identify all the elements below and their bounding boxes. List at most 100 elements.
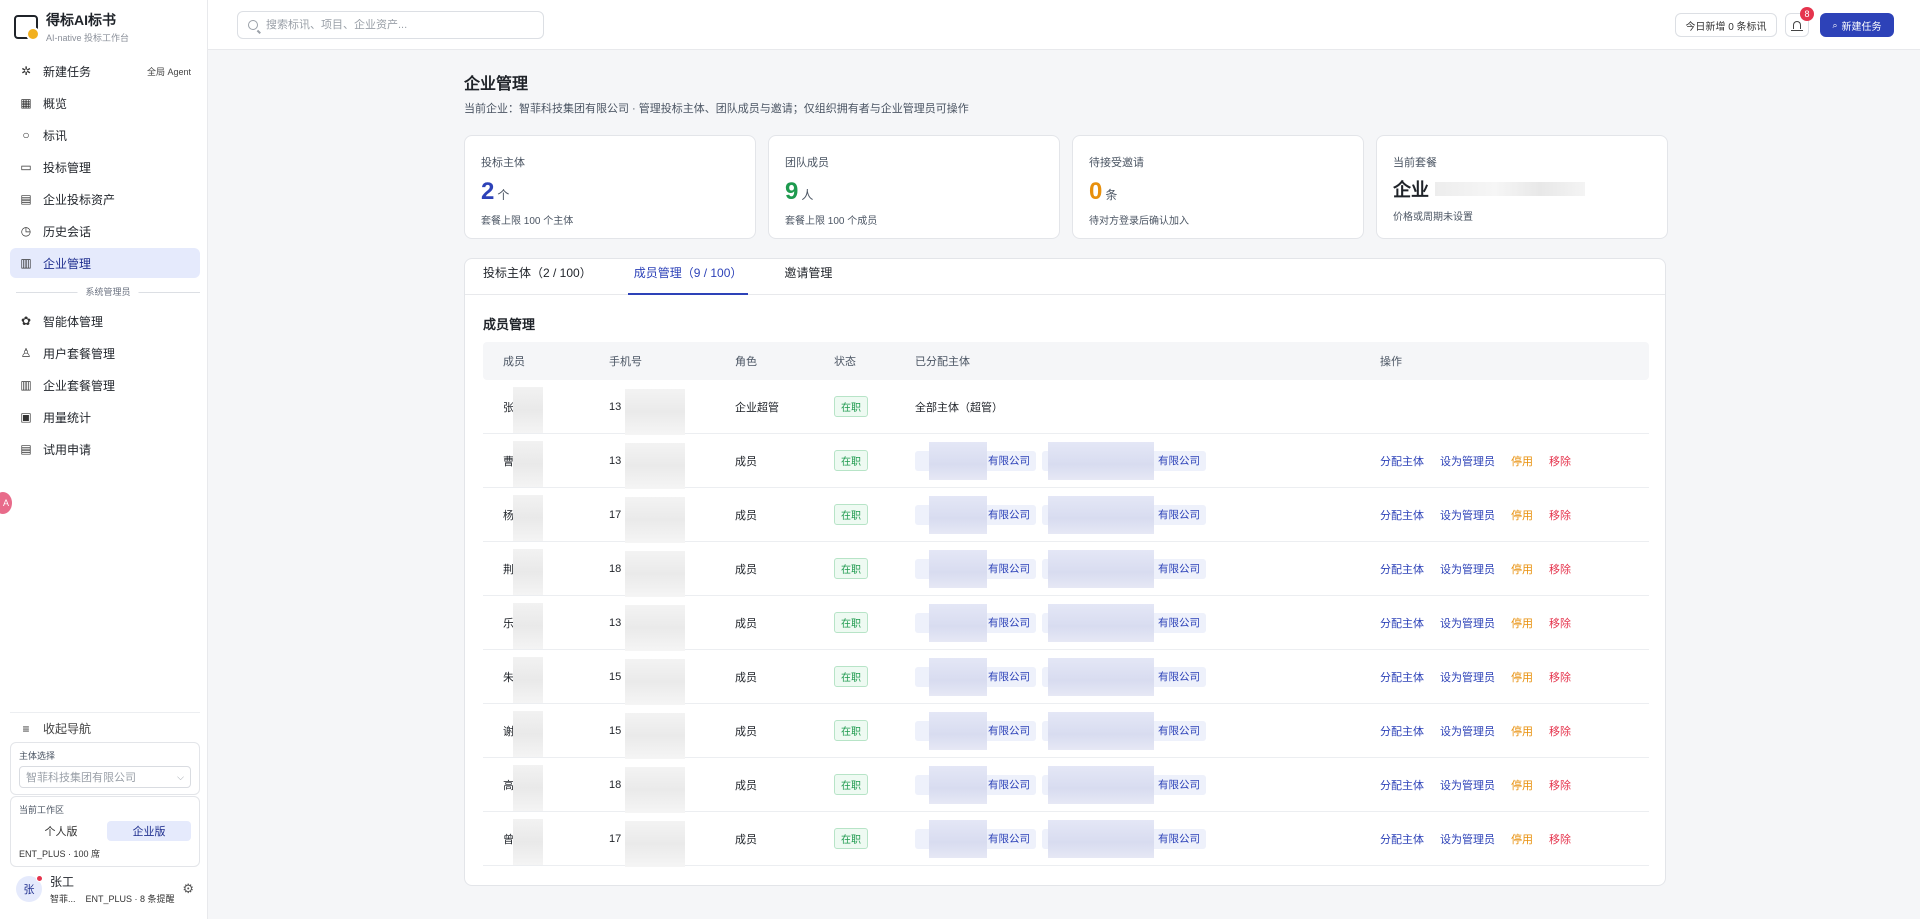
- remove-button[interactable]: 移除: [1549, 669, 1571, 685]
- brand[interactable]: 得标AI标书 AI-native 投标工作台: [14, 10, 129, 44]
- tab-1[interactable]: 成员管理（9 / 100）: [627, 258, 749, 295]
- brand-name: 得标AI标书: [46, 12, 116, 28]
- disable-button[interactable]: 停用: [1511, 561, 1533, 577]
- remove-button[interactable]: 移除: [1549, 723, 1571, 739]
- redacted-mask: [513, 440, 543, 487]
- status-badge: 在职: [834, 450, 868, 471]
- assigned-subject-tag[interactable]: 有限公司: [915, 711, 1036, 750]
- subject-panel: 主体选择 智菲科技集团有限公司 ⌵: [10, 742, 200, 795]
- assigned-subject-tag[interactable]: 有限公司: [915, 657, 1036, 696]
- member-phone: 17: [609, 508, 622, 521]
- workspace-option-enterprise[interactable]: 企业版: [107, 821, 191, 841]
- admin-nav-item-0[interactable]: ✿ 智能体管理: [10, 306, 200, 336]
- set-admin-button[interactable]: 设为管理员: [1440, 561, 1495, 577]
- assign-subject-button[interactable]: 分配主体: [1380, 615, 1424, 631]
- status-badge: 在职: [834, 396, 868, 417]
- status-cell: 在职: [834, 396, 915, 417]
- brand-logo-icon: [14, 15, 40, 41]
- nav-item-1[interactable]: ▦ 概览: [10, 88, 200, 118]
- set-admin-button[interactable]: 设为管理员: [1440, 507, 1495, 523]
- remove-button[interactable]: 移除: [1549, 777, 1571, 793]
- nav-item-badge: 全局 Agent: [146, 66, 191, 77]
- redacted-mask: [625, 496, 685, 543]
- workspace-option-personal[interactable]: 个人版: [19, 821, 103, 841]
- assigned-subject-tag[interactable]: 有限公司: [1042, 549, 1206, 588]
- settings-gear-icon[interactable]: ⚙: [182, 881, 194, 897]
- disable-button[interactable]: 停用: [1511, 777, 1533, 793]
- disable-button[interactable]: 停用: [1511, 615, 1533, 631]
- assign-subject-button[interactable]: 分配主体: [1380, 507, 1424, 523]
- set-admin-button[interactable]: 设为管理员: [1440, 669, 1495, 685]
- set-admin-button[interactable]: 设为管理员: [1440, 831, 1495, 847]
- assigned-subject-tag[interactable]: 有限公司: [1042, 711, 1206, 750]
- member-cell: 曹: [483, 440, 609, 487]
- admin-nav-item-1[interactable]: ♙ 用户套餐管理: [10, 338, 200, 368]
- admin-nav-item-3[interactable]: ▣ 用量统计: [10, 402, 200, 432]
- assigned-subject-tag[interactable]: 有限公司: [915, 441, 1036, 480]
- assign-subject-button[interactable]: 分配主体: [1380, 561, 1424, 577]
- admin-nav-item-2[interactable]: ▥ 企业套餐管理: [10, 370, 200, 400]
- search-icon: [248, 20, 258, 30]
- disable-button[interactable]: 停用: [1511, 831, 1533, 847]
- nav-item-3[interactable]: ▭ 投标管理: [10, 152, 200, 182]
- remove-button[interactable]: 移除: [1549, 561, 1571, 577]
- assign-subject-button[interactable]: 分配主体: [1380, 831, 1424, 847]
- tab-0[interactable]: 投标主体（2 / 100）: [483, 258, 592, 294]
- plan-name: 企业: [1393, 180, 1429, 200]
- admin-nav-item-4[interactable]: ▤ 试用申请: [10, 434, 200, 464]
- remove-button[interactable]: 移除: [1549, 615, 1571, 631]
- assigned-subject-tag[interactable]: 有限公司: [1042, 441, 1206, 480]
- column-header-status: 状态: [834, 356, 856, 368]
- assigned-subject-tag[interactable]: 有限公司: [1042, 657, 1206, 696]
- assigned-subject-tag[interactable]: 有限公司: [1042, 819, 1206, 858]
- collapse-nav-label: 收起导航: [43, 722, 92, 736]
- assigned-subject-tag[interactable]: 有限公司: [915, 495, 1036, 534]
- nav-item-6[interactable]: ▥ 企业管理: [10, 248, 200, 278]
- assigned-subject-tag[interactable]: 有限公司: [915, 549, 1036, 588]
- member-role: 成员: [735, 455, 757, 468]
- assigned-cell: 有限公司 有限公司: [915, 765, 1380, 804]
- disable-button[interactable]: 停用: [1511, 669, 1533, 685]
- assign-subject-button[interactable]: 分配主体: [1380, 723, 1424, 739]
- nav-item-5[interactable]: ◷ 历史会话: [10, 216, 200, 246]
- nav-item-2[interactable]: ○ 标讯: [10, 120, 200, 150]
- subject-select[interactable]: 智菲科技集团有限公司 ⌵: [19, 766, 191, 788]
- tab-2[interactable]: 邀请管理: [784, 258, 832, 294]
- disable-button[interactable]: 停用: [1511, 453, 1533, 469]
- search-input[interactable]: [266, 19, 526, 31]
- assigned-subject-tag[interactable]: 有限公司: [915, 765, 1036, 804]
- table-row: 杨 17 成员 在职 有限公司 有限公司 分配主体 设为管理员 停用 移除: [483, 488, 1649, 543]
- nav-item-4[interactable]: ▤ 企业投标资产: [10, 184, 200, 214]
- assign-subject-button[interactable]: 分配主体: [1380, 777, 1424, 793]
- member-role: 成员: [735, 725, 757, 738]
- set-admin-button[interactable]: 设为管理员: [1440, 723, 1495, 739]
- notifications-button[interactable]: 8: [1785, 7, 1814, 37]
- set-admin-button[interactable]: 设为管理员: [1440, 777, 1495, 793]
- disable-button[interactable]: 停用: [1511, 723, 1533, 739]
- new-task-button[interactable]: ⌕ 新建任务: [1820, 13, 1894, 37]
- assigned-subject-tag[interactable]: 有限公司: [1042, 495, 1206, 534]
- assign-subject-button[interactable]: 分配主体: [1380, 453, 1424, 469]
- set-admin-button[interactable]: 设为管理员: [1440, 615, 1495, 631]
- collapse-nav-button[interactable]: ≡ 收起导航: [10, 712, 200, 738]
- redacted-mask: [929, 603, 987, 642]
- redacted-mask: [625, 388, 685, 435]
- assigned-subject-tag[interactable]: 有限公司: [915, 603, 1036, 642]
- assigned-subject-tag[interactable]: 有限公司: [915, 819, 1036, 858]
- assigned-subject-tag[interactable]: 有限公司: [1042, 765, 1206, 804]
- remove-button[interactable]: 移除: [1549, 453, 1571, 469]
- assign-subject-button[interactable]: 分配主体: [1380, 669, 1424, 685]
- nav-item-0[interactable]: ✲ 新建任务 全局 Agent: [10, 56, 200, 86]
- phone-cell: 13: [609, 442, 735, 489]
- assigned-subject-tag[interactable]: 有限公司: [1042, 603, 1206, 642]
- assigned-cell: 有限公司 有限公司: [915, 603, 1380, 642]
- table-row: 张 13 企业超管 在职 全部主体（超管）: [483, 380, 1649, 435]
- today-new-count-pill[interactable]: 今日新增 0 条标讯: [1675, 13, 1777, 37]
- member-role: 成员: [735, 617, 757, 630]
- assigned-subject-label: 有限公司: [1158, 779, 1200, 791]
- user-card[interactable]: 张 张工 智菲... ENT_PLUS · 8 条提醒 ⚙: [10, 869, 200, 909]
- remove-button[interactable]: 移除: [1549, 507, 1571, 523]
- remove-button[interactable]: 移除: [1549, 831, 1571, 847]
- set-admin-button[interactable]: 设为管理员: [1440, 453, 1495, 469]
- disable-button[interactable]: 停用: [1511, 507, 1533, 523]
